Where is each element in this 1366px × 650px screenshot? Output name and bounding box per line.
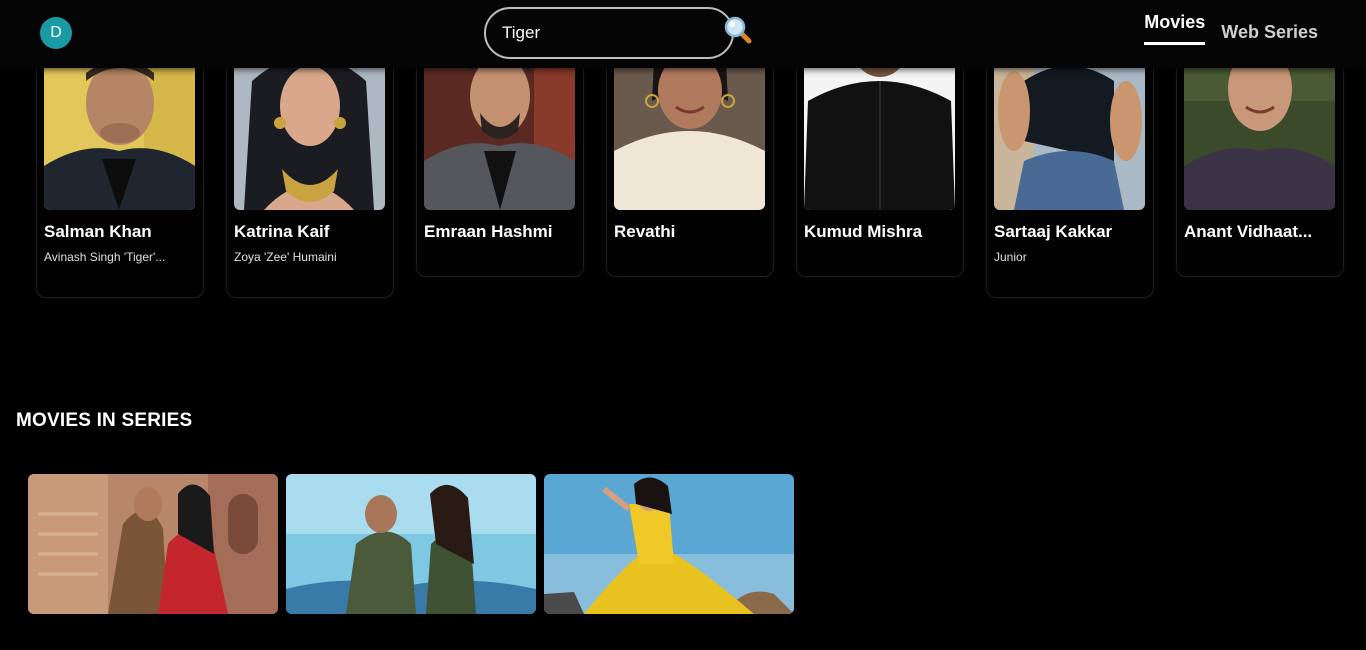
series-poster[interactable] — [28, 474, 278, 614]
cast-name: Revathi — [614, 222, 676, 241]
nav-movies[interactable]: Movies — [1144, 12, 1206, 45]
avatar-letter: D — [50, 24, 62, 41]
main-nav: Movies Web Series — [1144, 12, 1318, 55]
cast-card[interactable]: Emraan Hashmi — [416, 40, 584, 277]
cast-card[interactable]: Kumud Mishra — [796, 40, 964, 277]
cast-name: Sartaaj Kakkar — [994, 222, 1113, 241]
cast-name: Emraan Hashmi — [424, 222, 553, 241]
nav-web-series[interactable]: Web Series — [1221, 12, 1318, 55]
cast-name: Anant Vidhaat... — [1184, 222, 1313, 241]
series-poster[interactable] — [544, 474, 794, 614]
avatar[interactable]: D — [40, 17, 72, 49]
cast-name: Kumud Mishra — [804, 222, 923, 241]
cast-card[interactable]: Salman Khan Avinash Singh 'Tiger'... — [36, 40, 204, 298]
section-title-movies-in-series: MOVIES IN SERIES — [16, 410, 193, 431]
search-input[interactable] — [502, 23, 723, 43]
top-bar: D Movies Web Series — [0, 0, 1366, 68]
cast-card[interactable]: Katrina Kaif Zoya 'Zee' Humaini — [226, 40, 394, 298]
cast-role: Junior — [994, 250, 1027, 264]
search-bar — [484, 7, 752, 59]
cast-role: Avinash Singh 'Tiger'... — [44, 250, 166, 264]
series-poster[interactable] — [286, 474, 536, 614]
cast-role: Zoya 'Zee' Humaini — [234, 250, 337, 264]
cast-card[interactable]: Anant Vidhaat... — [1176, 40, 1344, 277]
cast-card[interactable]: Revathi — [606, 40, 774, 277]
search-icon[interactable] — [723, 15, 753, 45]
cast-card[interactable]: Sartaaj Kakkar Junior — [986, 40, 1154, 298]
cast-name: Katrina Kaif — [234, 222, 330, 241]
cast-name: Salman Khan — [44, 222, 152, 241]
